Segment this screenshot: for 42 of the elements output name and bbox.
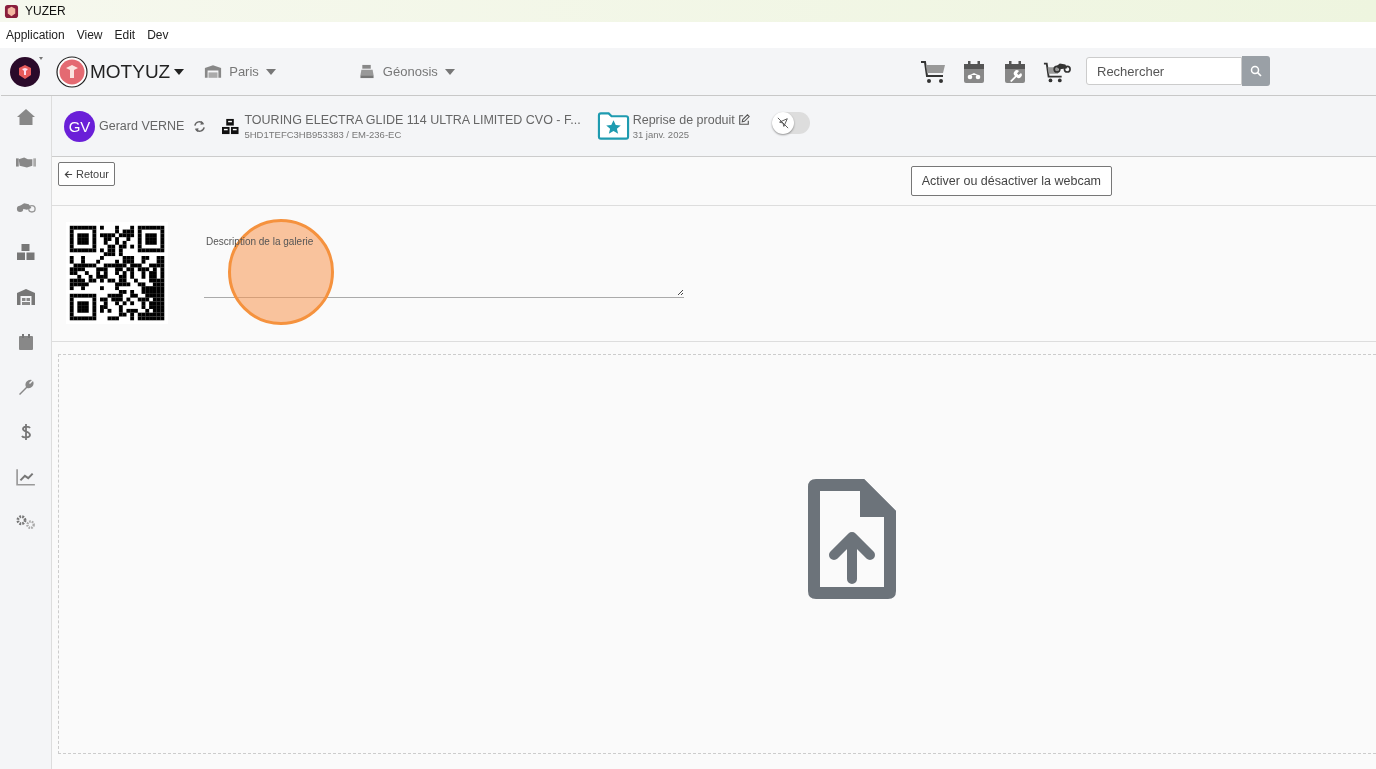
- cash-register-icon: [357, 64, 376, 79]
- caret-icon: [174, 68, 185, 75]
- search-field[interactable]: Rechercher: [1086, 57, 1242, 85]
- arrow-left-icon: [64, 169, 73, 179]
- menu-item[interactable]: Edit: [114, 28, 136, 42]
- vehicle-title[interactable]: TOURING ELECTRA GLIDE 114 ULTRA LIMITED CVO - F...: [244, 112, 581, 127]
- boxes-icon: [221, 117, 241, 135]
- warehouse-icon[interactable]: [15, 288, 36, 306]
- calendar-motorcycle-icon[interactable]: [961, 59, 987, 84]
- search-icon: [1250, 65, 1262, 77]
- home-icon[interactable]: [15, 108, 36, 126]
- vehicle-subtitle: 5HD1TEFC3HB953383 / EM-236-EC: [244, 128, 403, 140]
- refresh-icon[interactable]: [193, 119, 207, 133]
- calendar-wrench-icon[interactable]: [1002, 59, 1028, 84]
- warehouse-icon: [204, 64, 223, 79]
- folder-star-icon: [596, 111, 630, 141]
- customer-avatar: GV: [64, 110, 95, 142]
- settings-icon[interactable]: [15, 513, 36, 531]
- company-logo-icon: [56, 55, 88, 88]
- customer-name[interactable]: Gerard VERNE: [99, 119, 185, 133]
- boxes-icon[interactable]: [15, 243, 36, 261]
- resize-handle-icon[interactable]: [676, 288, 684, 296]
- workstation-dropdown[interactable]: Géonosis: [357, 64, 455, 79]
- folder-date: 31 janv. 2025: [632, 128, 690, 140]
- menu-item[interactable]: Dev: [147, 28, 169, 42]
- menu-item[interactable]: Application: [6, 28, 65, 42]
- window-title: YUZER: [25, 4, 66, 18]
- toggle-switch[interactable]: [771, 112, 810, 134]
- caret-icon: [265, 68, 276, 75]
- menu-item[interactable]: View: [76, 28, 103, 42]
- site-dropdown[interactable]: Paris: [204, 64, 276, 79]
- caret-icon: [444, 68, 455, 75]
- edit-icon[interactable]: [737, 113, 750, 126]
- folder-title: Reprise de produit: [632, 112, 735, 127]
- webcam-toggle-button[interactable]: Activer ou désactiver la webcam: [910, 166, 1112, 196]
- cart-icon[interactable]: [920, 59, 946, 84]
- company-dropdown[interactable]: MOTYUZ: [90, 60, 185, 83]
- line-chart-icon[interactable]: [15, 468, 36, 486]
- app-logo-icon: [4, 3, 19, 19]
- search-button[interactable]: [1242, 56, 1270, 86]
- back-button[interactable]: Retour: [58, 162, 116, 186]
- location-off-icon: [776, 117, 789, 129]
